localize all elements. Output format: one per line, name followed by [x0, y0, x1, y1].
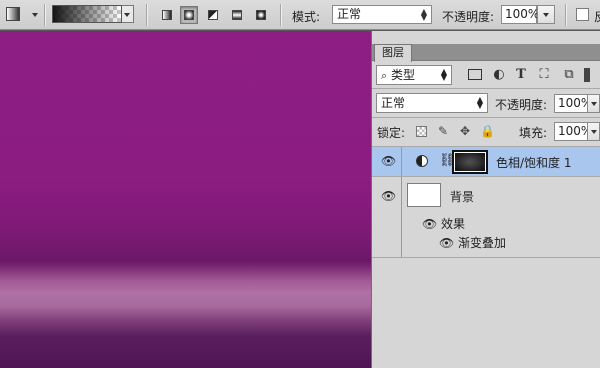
mode-select-value: 正常	[337, 7, 362, 21]
gradient-picker-dropdown[interactable]	[122, 5, 134, 23]
mode-label: 模式:	[292, 10, 321, 24]
blend-mode-value: 正常	[381, 96, 406, 110]
layer-name[interactable]: 背景	[450, 188, 474, 205]
layer-row-hue-saturation[interactable]: 👁 ⛓ 色相/饱和度 1	[372, 147, 600, 176]
gradient-picker-swatch[interactable]	[52, 5, 122, 23]
chevron-down-icon	[591, 102, 597, 106]
diamond-gradient-button[interactable]	[252, 6, 270, 24]
layer-row-background[interactable]: 👁 背景 👁 效果 👁 渐变叠加	[372, 177, 600, 257]
reverse-label-fragment: 反	[594, 8, 600, 25]
separator	[44, 4, 45, 26]
updown-arrow-icon: ▲ ▼	[476, 95, 483, 110]
eye-icon[interactable]: 👁	[381, 155, 396, 167]
layer-opacity-label: 不透明度:	[495, 98, 548, 112]
divider	[401, 177, 402, 257]
angle-gradient-icon	[208, 10, 218, 20]
lock-image-pixels-icon[interactable]: ✎	[436, 124, 450, 138]
chevron-down-icon	[124, 13, 130, 17]
document-canvas[interactable]	[0, 31, 371, 368]
gradient-tool-icon[interactable]	[6, 7, 20, 21]
reverse-checkbox[interactable]	[576, 8, 589, 21]
lock-label: 锁定:	[377, 126, 406, 140]
updown-arrow-icon: ▲ ▼	[440, 67, 447, 82]
divider	[372, 88, 600, 89]
effect-gradient-overlay[interactable]: 渐变叠加	[458, 234, 506, 251]
reflected-gradient-button[interactable]	[228, 6, 246, 24]
layer-filter-value: 类型	[391, 68, 416, 82]
lock-transparent-pixels-icon[interactable]	[416, 126, 427, 137]
linear-gradient-icon	[162, 10, 172, 20]
diamond-gradient-icon	[256, 10, 266, 20]
fill-input[interactable]: 100%	[554, 122, 592, 141]
effect-visibility-eye-icon[interactable]: 👁	[439, 237, 454, 249]
separator	[565, 4, 566, 26]
effects-label: 效果	[441, 217, 466, 231]
blend-mode-select[interactable]: 正常 ▲ ▼	[376, 93, 488, 113]
updown-arrow-icon: ▲ ▼	[420, 7, 427, 22]
fill-dropdown[interactable]	[587, 122, 600, 141]
fill-label: 填充:	[519, 126, 548, 140]
type-filter-icon[interactable]: T	[514, 68, 528, 82]
layer-mask-thumbnail[interactable]	[452, 150, 488, 174]
radial-gradient-icon	[184, 10, 194, 20]
opacity-input[interactable]: 100%	[501, 5, 539, 24]
tab-layers[interactable]: 图层	[374, 44, 412, 62]
chevron-down-icon	[591, 130, 597, 134]
layer-opacity-dropdown[interactable]	[587, 94, 600, 113]
opacity-dropdown-button[interactable]	[537, 5, 555, 24]
reflected-gradient-icon	[232, 10, 242, 20]
tool-preset-arrow-icon[interactable]	[32, 13, 38, 17]
angle-gradient-button[interactable]	[204, 6, 222, 24]
divider	[372, 117, 600, 118]
mode-select[interactable]: 正常 ▲ ▼	[332, 5, 432, 24]
linear-gradient-button[interactable]	[158, 6, 176, 24]
options-bar: 模式: 正常 ▲▼ 不透明度: 100% 反	[0, 0, 600, 30]
layer-filter-select[interactable]: ⌕ 类型 ▲ ▼	[376, 65, 452, 85]
smart-object-filter-icon[interactable]: ⧉	[562, 68, 576, 82]
divider	[372, 257, 600, 258]
opacity-label: 不透明度:	[442, 10, 495, 24]
separator	[280, 4, 281, 26]
radial-gradient-button[interactable]	[180, 6, 198, 24]
divider	[401, 147, 402, 176]
separator	[146, 4, 147, 26]
search-icon: ⌕	[381, 69, 388, 82]
chevron-down-icon	[543, 13, 549, 17]
adjustment-filter-icon[interactable]: ◐	[492, 68, 506, 82]
layer-opacity-input[interactable]: 100%	[554, 94, 592, 113]
shape-filter-icon[interactable]: ⛶	[537, 68, 551, 82]
lock-position-icon[interactable]: ✥	[458, 124, 472, 138]
image-filter-icon[interactable]	[468, 69, 482, 80]
adjustment-layer-icon	[416, 155, 428, 167]
eye-icon[interactable]: 👁	[381, 190, 396, 202]
lock-all-icon[interactable]: 🔒	[480, 124, 495, 138]
effects-visibility-eye-icon[interactable]: 👁	[422, 218, 437, 230]
background-layer-thumbnail[interactable]	[407, 183, 441, 207]
layer-name[interactable]: 色相/饱和度 1	[496, 154, 572, 171]
filter-toggle-icon[interactable]	[584, 68, 590, 82]
layers-panel: 图层 ⌕ 类型 ▲ ▼ ◐ T ⛶ ⧉ 正常 ▲ ▼ 不透明度: 100% 锁定: …	[371, 31, 600, 368]
